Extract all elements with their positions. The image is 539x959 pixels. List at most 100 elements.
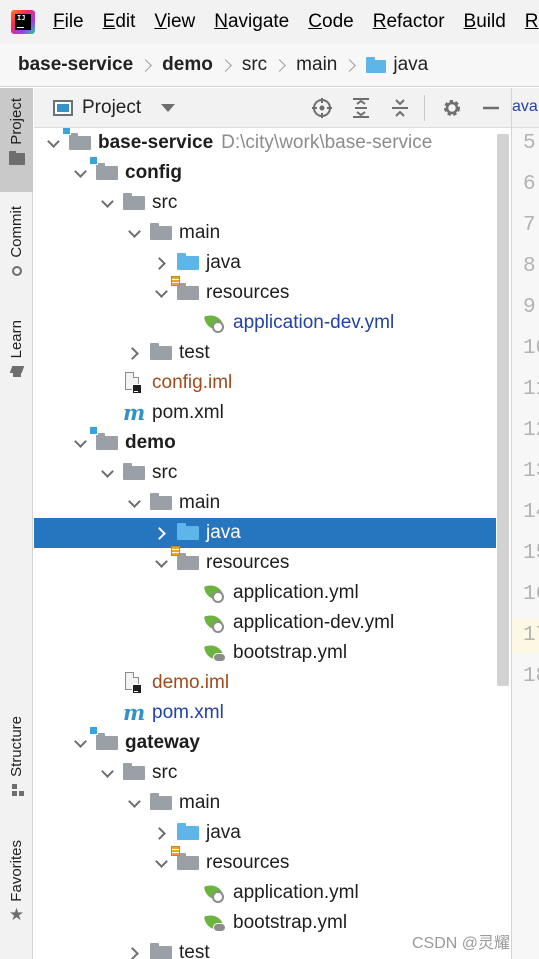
menu-refactor[interactable]: Refactor [373, 11, 445, 33]
module-folder-icon [89, 426, 118, 453]
tree-node-bootstrap-yml[interactable]: bootstrap.yml [34, 638, 496, 668]
tree-node-label: bootstrap.yml [233, 912, 348, 933]
menu-view[interactable]: View [154, 11, 195, 33]
tree-node-application-yml[interactable]: application.yml [34, 578, 496, 608]
menu-file[interactable]: File [53, 11, 84, 33]
chevron-down-icon[interactable] [71, 164, 89, 182]
tree-node-test[interactable]: test [34, 338, 496, 368]
menu-navigate[interactable]: Navigate [214, 11, 289, 33]
tree-node-java[interactable]: java [34, 818, 496, 848]
expand-all-icon[interactable] [349, 96, 373, 120]
tool-tab-structure[interactable]: Structure [0, 716, 33, 820]
tree-node-label: resources [206, 552, 290, 573]
tree-node-label: java [206, 522, 241, 543]
tree-node-application-dev-yml[interactable]: application-dev.yml [34, 608, 496, 638]
chevron-right-icon[interactable] [152, 524, 170, 542]
chevron-down-icon[interactable] [125, 494, 143, 512]
tree-node-label: config.iml [152, 372, 233, 393]
tree-node-label: src [152, 192, 178, 213]
source-folder-icon [177, 253, 199, 273]
project-panel-header: Project [34, 88, 511, 128]
module-folder-icon [89, 156, 118, 183]
chevron-down-icon[interactable] [98, 194, 116, 212]
tree-node-base-service[interactable]: base-service D:\city\work\base-service [34, 128, 496, 158]
tree-node-label: src [152, 762, 178, 783]
folder-icon [366, 57, 387, 73]
chevron-right-icon[interactable] [152, 254, 170, 272]
locate-icon[interactable] [310, 96, 334, 120]
folder-icon [150, 343, 172, 363]
tree-node-label: config [125, 162, 182, 183]
breadcrumb-item-java[interactable]: java [393, 54, 428, 76]
folder-icon [123, 463, 145, 483]
line-number: 14 [523, 501, 539, 524]
tree-node-java[interactable]: java [34, 248, 496, 278]
editor-tab[interactable]: ava [512, 88, 539, 128]
chevron-down-icon[interactable] [98, 764, 116, 782]
tree-node-demo[interactable]: demo [34, 426, 496, 458]
tree-node-label: java [206, 252, 241, 273]
tree-node-demo-iml[interactable]: demo.iml [34, 668, 496, 698]
tree-node-application-dev-yml[interactable]: application-dev.yml [34, 308, 496, 338]
spring-config-icon [204, 583, 226, 603]
menu-build[interactable]: Build [464, 11, 506, 33]
breadcrumb-item-src[interactable]: src [242, 54, 267, 76]
chevron-down-icon[interactable] [152, 854, 170, 872]
menu-code[interactable]: Code [308, 11, 353, 33]
tool-tab-favorites[interactable]: Favorites ★ [0, 840, 33, 946]
hide-icon[interactable] [479, 96, 503, 120]
menu-r[interactable]: R [525, 11, 539, 33]
module-file-icon [123, 372, 145, 394]
chevron-down-icon[interactable] [71, 734, 89, 752]
chevron-down-icon[interactable] [152, 284, 170, 302]
menu-edit[interactable]: Edit [103, 11, 136, 33]
tree-node-main[interactable]: main [34, 488, 496, 518]
chevron-down-icon[interactable] [125, 224, 143, 242]
tree-node-src[interactable]: src [34, 188, 496, 218]
breadcrumb-item-main[interactable]: main [296, 54, 337, 76]
tree-node-pom-xml[interactable]: m pom.xml [34, 398, 496, 428]
breadcrumb-item-base-service[interactable]: base-service [18, 54, 133, 76]
line-number: 11 [523, 378, 539, 401]
tree-node-resources[interactable]: resources [34, 546, 496, 578]
project-view-title[interactable]: Project [82, 97, 141, 119]
tree-node-gateway[interactable]: gateway [34, 726, 496, 758]
tree-node-config-iml[interactable]: config.iml [34, 368, 496, 398]
chevron-right-icon[interactable] [125, 944, 143, 959]
tree-node-java[interactable]: java [34, 518, 496, 548]
tree-node-main[interactable]: main [34, 218, 496, 248]
tree-node-src[interactable]: src [34, 758, 496, 788]
folder-icon [8, 150, 25, 165]
tree-node-config[interactable]: config [34, 156, 496, 188]
collapse-all-icon[interactable] [388, 96, 412, 120]
source-folder-icon [177, 823, 199, 843]
tool-tab-learn[interactable]: Learn [0, 320, 33, 400]
tree-node-resources[interactable]: resources [34, 276, 496, 308]
tree-node-label: application.yml [233, 882, 359, 903]
line-number: 7 [523, 214, 536, 237]
tree-node-src[interactable]: src [34, 458, 496, 488]
chevron-down-icon[interactable] [125, 794, 143, 812]
tree-node-label: bootstrap.yml [233, 642, 348, 663]
folder-icon [150, 493, 172, 513]
tree-scrollbar-thumb[interactable] [497, 134, 509, 686]
tool-tab-commit-label: Commit [8, 206, 25, 258]
chevron-down-icon[interactable] [152, 554, 170, 572]
chevron-down-icon[interactable] [44, 134, 62, 152]
tree-node-resources[interactable]: resources [34, 846, 496, 878]
chevron-right-icon[interactable] [125, 344, 143, 362]
tool-tab-commit[interactable]: Commit [0, 206, 33, 306]
project-tree: base-service D:\city\work\base-service con… [34, 128, 496, 959]
chevron-right-icon[interactable] [152, 824, 170, 842]
chevron-down-icon[interactable] [98, 464, 116, 482]
settings-icon[interactable] [440, 96, 464, 120]
tree-node-main[interactable]: main [34, 788, 496, 818]
breadcrumb-item-demo[interactable]: demo [162, 54, 213, 76]
maven-icon: m [123, 400, 146, 425]
chevron-down-icon[interactable] [71, 434, 89, 452]
line-number: 15 [523, 542, 539, 565]
view-dropdown-icon[interactable] [161, 103, 176, 112]
tool-tab-project[interactable]: Project [0, 88, 33, 192]
tree-node-pom-xml[interactable]: m pom.xml [34, 698, 496, 728]
tree-node-application-yml[interactable]: application.yml [34, 878, 496, 908]
